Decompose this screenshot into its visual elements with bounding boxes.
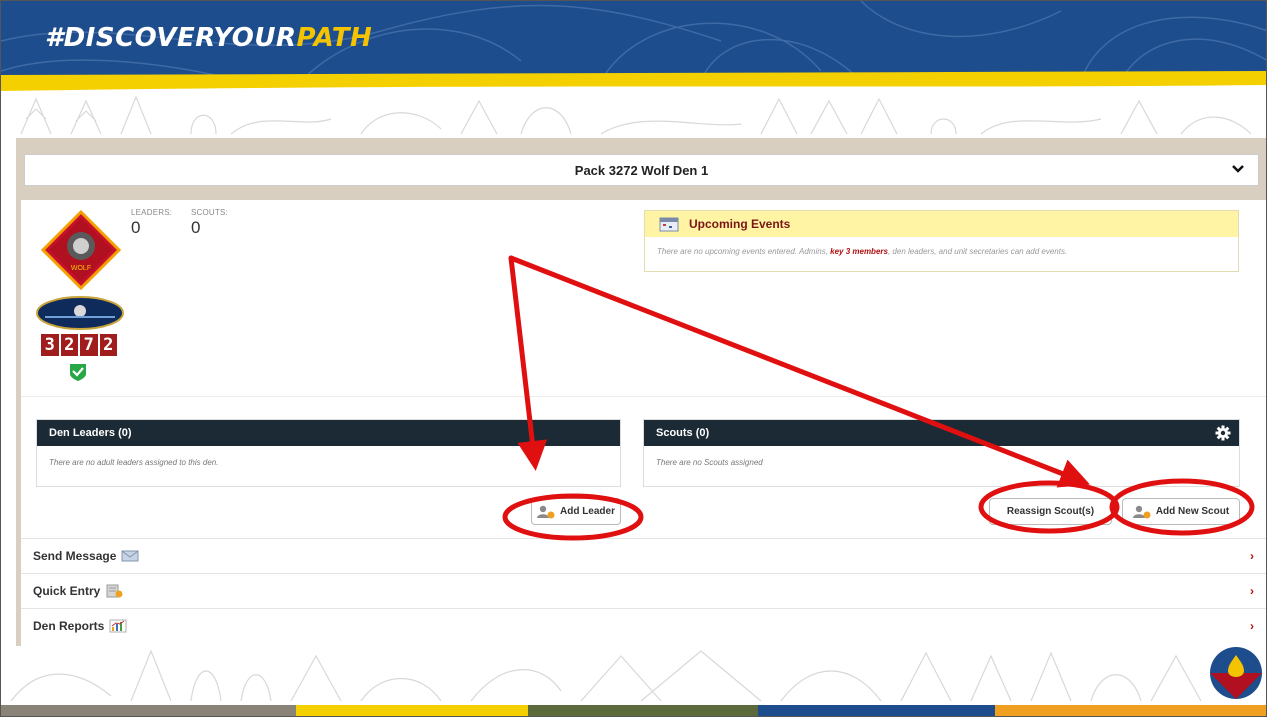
- gear-icon[interactable]: [1215, 425, 1231, 441]
- chevron-down-icon[interactable]: [1232, 163, 1244, 177]
- den-title: Pack 3272 Wolf Den 1: [574, 163, 709, 178]
- upcoming-events-title: Upcoming Events: [689, 217, 791, 231]
- wolf-rank-badge-icon: WOLF: [41, 210, 121, 290]
- bottom-color-strip: [1, 705, 1266, 716]
- upcoming-events-panel: Upcoming Events There are no upcoming ev…: [644, 210, 1239, 272]
- reassign-scouts-button[interactable]: Reassign Scout(s): [989, 498, 1112, 525]
- den-reports-row[interactable]: Den Reports ›: [21, 608, 1266, 643]
- chevron-right-icon[interactable]: ›: [1250, 619, 1254, 633]
- verified-shield-icon: [70, 364, 86, 381]
- den-content: WOLF 3 2 7 2 LEADERS: 0 SCOUTS: 0 Upcomi…: [21, 200, 1266, 646]
- envelope-icon: [121, 550, 139, 562]
- council-logo-icon: [1210, 647, 1262, 699]
- hashtag-title: #DISCOVERYOURPATH: [45, 23, 373, 53]
- chevron-right-icon[interactable]: ›: [1250, 549, 1254, 563]
- den-selector-bar[interactable]: Pack 3272 Wolf Den 1: [24, 154, 1259, 186]
- add-user-icon: [1132, 505, 1151, 518]
- scoutbook-den-page: Pack 3272 Wolf Den 1 WOLF 3 2 7 2 LEADER…: [16, 138, 1266, 646]
- divider: [21, 396, 1266, 397]
- bar-chart-icon: [109, 619, 127, 633]
- den-leaders-panel: Den Leaders (0) There are no adult leade…: [36, 419, 621, 487]
- key3-members-link[interactable]: key 3 members: [830, 247, 888, 256]
- calendar-icon: [659, 217, 679, 232]
- upcoming-events-empty-msg: There are no upcoming events entered. Ad…: [657, 247, 1068, 256]
- slide-frame: #DISCOVERYOURPATH Pack 3272 Wolf Den 1 W…: [0, 0, 1267, 717]
- scouts-count: SCOUTS: 0: [191, 208, 228, 237]
- add-new-scout-button[interactable]: Add New Scout: [1122, 498, 1240, 525]
- quick-entry-icon: [106, 584, 123, 598]
- quick-entry-row[interactable]: Quick Entry ›: [21, 573, 1266, 608]
- den-leaders-header: Den Leaders (0): [37, 420, 620, 446]
- add-user-icon: [536, 505, 555, 518]
- chevron-right-icon[interactable]: ›: [1250, 584, 1254, 598]
- council-patch-icon: [36, 296, 124, 330]
- sketch-trees-decoration-top: [20, 95, 1252, 135]
- leaders-count: LEADERS: 0: [131, 208, 173, 237]
- scouts-empty-msg: There are no Scouts assigned: [656, 458, 763, 467]
- top-banner: #DISCOVERYOURPATH: [1, 1, 1266, 81]
- sketch-trees-decoration-bottom: [10, 649, 1202, 702]
- send-message-row[interactable]: Send Message ›: [21, 538, 1266, 573]
- add-leader-button[interactable]: Add Leader: [531, 498, 621, 525]
- scouts-panel: Scouts (0) There are no Scouts assigned: [643, 419, 1240, 487]
- scouts-header: Scouts (0): [644, 420, 1239, 446]
- den-leaders-empty-msg: There are no adult leaders assigned to t…: [49, 458, 219, 467]
- unit-number: 3 2 7 2: [41, 334, 117, 356]
- svg-text:WOLF: WOLF: [71, 265, 91, 272]
